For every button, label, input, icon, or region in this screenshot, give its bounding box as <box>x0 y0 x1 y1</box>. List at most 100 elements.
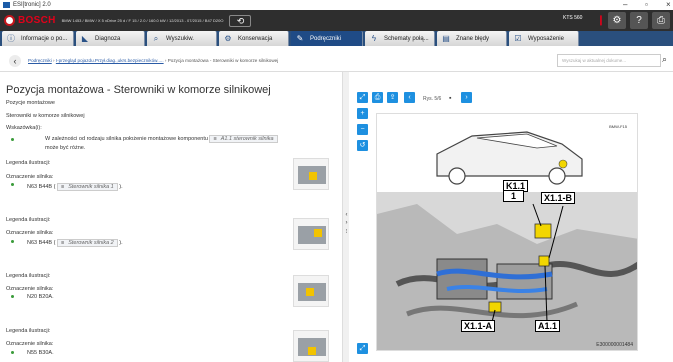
component-link-label: Sterownik silnika 1 <box>68 184 114 190</box>
engine-label: Oznaczenie silnika: <box>6 341 54 347</box>
engine-bay-diagram[interactable]: K1.1 1 X1.1-B X1.1-A A1.1 BMW-F15 E30000… <box>376 113 638 351</box>
next-image-icon[interactable]: › <box>461 92 472 103</box>
legend-label: Legenda ilustracji: <box>6 273 51 279</box>
print-icon[interactable]: ⎙ <box>372 92 383 103</box>
close-icon[interactable]: × <box>666 0 671 10</box>
brand-name: BOSCH <box>18 15 56 26</box>
tab-maintenance[interactable]: ⚙ Konserwacja <box>219 31 289 46</box>
note-text-end: może być różne. <box>45 145 86 151</box>
tab-label: Wyposażenie <box>528 35 564 42</box>
breadcrumb-current: Pozycja montażowa - Sterowniki w komorze… <box>167 58 279 63</box>
engine-code-row: N63 B44B ( ≡ Sterownik silnika 1 ). <box>27 183 123 191</box>
print-settings-icon[interactable]: ⚙ <box>608 12 626 29</box>
export-icon[interactable]: ⇪ <box>387 92 398 103</box>
back-button[interactable]: ⟲ <box>229 14 252 27</box>
pane-splitter[interactable]: ‹ › ⁝ <box>342 72 349 362</box>
engine-label: Oznaczenie silnika: <box>6 174 54 180</box>
car-icon: ◣ <box>81 33 89 43</box>
highlight-marker <box>309 172 317 180</box>
diagram-reference: BMW-F15 <box>609 124 627 129</box>
component-link[interactable]: ≡ A1.1 sterownik silnika <box>209 135 278 143</box>
minimize-icon[interactable]: – <box>623 0 627 10</box>
component-link-label: Sterownik silnika 2 <box>68 240 114 246</box>
tab-label: Podręczniki <box>310 35 342 42</box>
illustration-thumbnail[interactable] <box>293 275 329 307</box>
lightning-icon: ϟ <box>371 33 377 43</box>
wrench-icon: ✎ <box>296 33 304 43</box>
maximize-icon[interactable]: ▫ <box>645 0 648 10</box>
info-icon: ⓘ <box>7 33 15 43</box>
gears-icon: ⚙ <box>224 33 232 43</box>
checklist-icon: ☑ <box>514 33 522 43</box>
diagram-image-id: E300000001484 <box>596 342 633 348</box>
tab-label: Konserwacja <box>238 35 273 42</box>
component-link[interactable]: ≡ Sterownik silnika 2 <box>56 239 118 247</box>
engine-code: N63 B44B ( <box>27 240 56 246</box>
zoom-out-icon[interactable]: − <box>357 124 368 135</box>
list-icon: ≡ <box>213 136 217 142</box>
search-icon: ⌕ <box>153 33 159 43</box>
bullet-icon <box>11 138 14 141</box>
bullet-icon <box>11 183 14 186</box>
tab-vehicle-info[interactable]: ⓘ Informacje o po... <box>2 31 74 46</box>
breadcrumb-link-manuals[interactable]: Podręczniki <box>28 58 52 63</box>
back-arrow-icon[interactable]: ‹ <box>9 54 21 67</box>
app-icon <box>3 2 10 8</box>
note-label: Wskazówka(i): <box>6 125 42 131</box>
component-link[interactable]: ≡ Sterownik silnika 1 <box>56 183 118 191</box>
tab-label: Wyszukiw. <box>166 35 194 42</box>
legend-label: Legenda ilustracji: <box>6 160 51 166</box>
book-icon: ▤ <box>442 33 450 43</box>
bullet-icon <box>11 295 14 298</box>
tab-equipment[interactable]: ☑ Wyposażenie <box>509 31 579 46</box>
tab-known-errors[interactable]: ▤ Znane błędy <box>437 31 507 46</box>
page-title: Pozycja montażowa - Sterowniki w komorze… <box>6 84 271 96</box>
list-icon: ≡ <box>60 184 65 190</box>
window-titlebar: ESI[tronic] 2.0 – ▫ × <box>0 0 673 10</box>
label-1: 1 <box>503 190 525 202</box>
engine-label: Oznaczenie silnika: <box>6 286 54 292</box>
window-title: ESI[tronic] 2.0 <box>13 2 51 8</box>
engine-code: N63 B44B ( <box>27 184 56 190</box>
zoom-in-icon[interactable]: + <box>357 108 368 119</box>
previous-image-icon[interactable]: ‹ <box>404 92 415 103</box>
illustration-thumbnail[interactable] <box>293 218 329 250</box>
expand-viewer-icon[interactable]: ⤢ <box>357 343 368 354</box>
label-x1-1-b: X1.1-B <box>541 192 576 204</box>
breadcrumb-link-overview[interactable]: I-przegląd pojazdu.Przył.diag.,ukrs.bezp… <box>56 58 164 63</box>
engine-label: Oznaczenie silnika: <box>6 230 54 236</box>
label-a1-1: A1.1 <box>535 320 561 332</box>
printer-icon[interactable]: ⎙ <box>652 12 670 29</box>
connection-icon[interactable]: ❙ <box>596 12 606 29</box>
bullet-icon <box>11 240 14 243</box>
document-search-input[interactable]: Wyszukaj w aktualnej dokume... <box>557 54 661 67</box>
breadcrumb-bar: ‹ Podręczniki › I-przegląd pojazdu.Przył… <box>0 50 673 72</box>
device-label: KTS 560 <box>563 15 583 21</box>
highlight-marker <box>314 229 322 237</box>
highlight-marker <box>306 288 314 296</box>
illustration-thumbnail[interactable] <box>293 330 329 362</box>
help-icon[interactable]: ? <box>630 12 648 29</box>
main-tabs: ⓘ Informacje o po... ◣ Diagnoza ⌕ Wyszuk… <box>0 31 673 46</box>
component-link-label: A1.1 sterownik silnika <box>220 136 274 142</box>
tab-wiring-diagrams[interactable]: ϟ Schematy połą... <box>365 31 435 46</box>
tab-manuals[interactable]: ✎ Podręczniki <box>291 31 363 46</box>
diagram-drawing <box>377 131 637 350</box>
vehicle-info: BMW 1453 / BMW / X 5 xDrive 25 d / F 15 … <box>61 18 224 23</box>
tab-label: Schematy połą... <box>384 35 429 42</box>
tab-search[interactable]: ⌕ Wyszukiw. <box>147 31 217 46</box>
reset-view-icon[interactable]: ↺ <box>357 140 368 151</box>
engine-code-suffix: ). <box>119 184 123 190</box>
fullscreen-icon[interactable]: ⤢ <box>357 92 368 103</box>
list-icon: ≡ <box>60 240 65 246</box>
highlight-marker <box>308 347 316 355</box>
illustration-thumbnail[interactable] <box>293 158 329 190</box>
brand-toolbar: BOSCH BMW 1453 / BMW / X 5 xDrive 25 d /… <box>0 10 673 31</box>
tab-diagnosis[interactable]: ◣ Diagnoza <box>76 31 145 46</box>
legend-label: Legenda ilustracji: <box>6 217 51 223</box>
legend-label: Legenda ilustracji: <box>6 328 51 334</box>
engine-code: N20 B20A. <box>27 294 54 300</box>
note-text-start: W zależności od rodzaju silnika położeni… <box>45 136 208 142</box>
bullet-icon <box>11 351 14 354</box>
search-icon[interactable]: ⌕ <box>662 54 667 65</box>
